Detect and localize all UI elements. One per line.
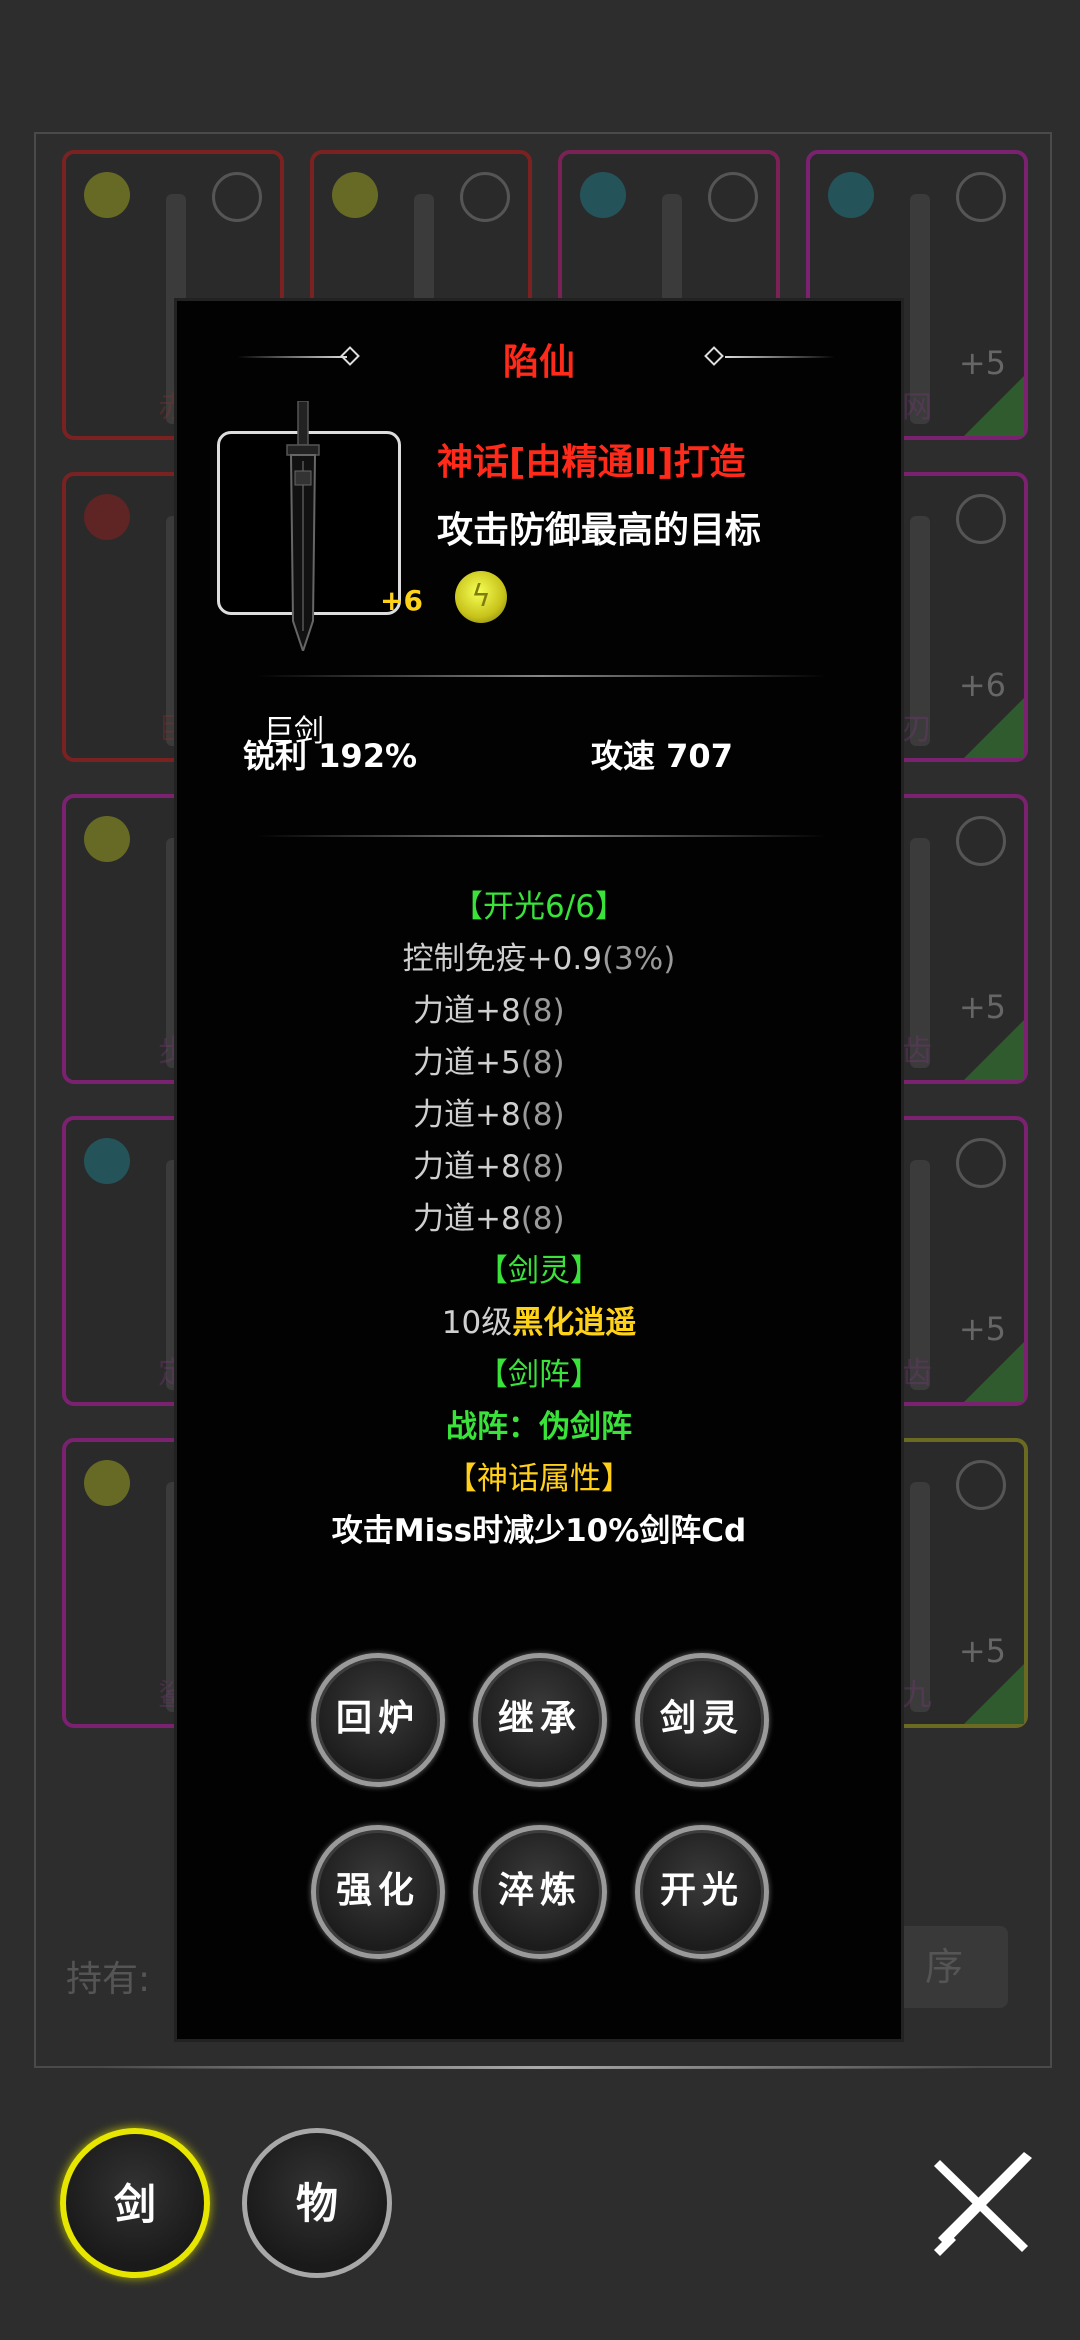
lightning-gem-icon: ϟ bbox=[455, 571, 507, 623]
element-gem-icon bbox=[332, 172, 378, 218]
temper-button[interactable]: 淬炼 bbox=[473, 1825, 607, 1959]
lock-icon bbox=[708, 172, 758, 222]
attribute-text: 力道+8 bbox=[413, 1149, 521, 1185]
attack-speed-value: 707 bbox=[666, 737, 733, 775]
spirit-level: 10级 bbox=[441, 1305, 513, 1341]
holding-label: 持有: bbox=[66, 1959, 151, 2000]
lock-icon bbox=[956, 494, 1006, 544]
attribute-max: (8) bbox=[520, 1149, 565, 1185]
lock-icon bbox=[956, 1460, 1006, 1510]
forge-info: 神话[由精通Ⅱ]打造 bbox=[437, 442, 746, 483]
attribute-list: 【开光6/6】 控制免疫+0.9(3%) 力道+8(8) 力道+5(8) 力道+8(8… bbox=[177, 881, 901, 1557]
sword-spirit-button[interactable]: 剑灵 bbox=[635, 1653, 769, 1787]
element-gem-icon bbox=[580, 172, 626, 218]
attribute-text: 力道+8 bbox=[413, 1201, 521, 1237]
kaiguang-line: 力道+8(8) bbox=[177, 1141, 901, 1193]
attribute-text: 力道+5 bbox=[413, 1045, 521, 1081]
kaiguang-line: 力道+8(8) bbox=[177, 1193, 901, 1245]
kaiguang-line: 力道+5(8) bbox=[177, 1037, 901, 1089]
element-gem-icon bbox=[84, 494, 130, 540]
element-gem-icon bbox=[84, 816, 130, 862]
formation-value: 战阵：伪剑阵 bbox=[446, 1409, 632, 1445]
myth-value: 攻击Miss时减少10%剑阵Cd bbox=[331, 1513, 747, 1549]
lock-icon bbox=[956, 1138, 1006, 1188]
divider-middle bbox=[257, 835, 827, 837]
inherit-button[interactable]: 继承 bbox=[473, 1653, 607, 1787]
title-ornament-right bbox=[725, 356, 835, 358]
lock-icon bbox=[212, 172, 262, 222]
element-gem-icon bbox=[84, 1460, 130, 1506]
kaiguang-line: 控制免疫+0.9(3%) bbox=[177, 933, 901, 985]
attack-speed-stat: 攻速 707 bbox=[591, 731, 733, 777]
lock-icon bbox=[956, 816, 1006, 866]
recast-button[interactable]: 回炉 bbox=[311, 1653, 445, 1787]
element-gem-icon bbox=[828, 172, 874, 218]
consecrate-button[interactable]: 开光 bbox=[635, 1825, 769, 1959]
sharpness-stat: 锐利 192% bbox=[243, 731, 417, 777]
sharpness-label: 锐利 bbox=[243, 737, 308, 775]
formation-header: 【剑阵】 bbox=[477, 1357, 601, 1393]
attribute-max: (8) bbox=[520, 1097, 565, 1133]
attribute-max: (8) bbox=[520, 993, 565, 1029]
attack-speed-label: 攻速 bbox=[591, 737, 656, 775]
crossed-swords-close-icon[interactable] bbox=[930, 2150, 1040, 2260]
tab-sword[interactable]: 剑 bbox=[60, 2128, 210, 2278]
bottom-divider bbox=[100, 2066, 980, 2069]
attribute-text: 力道+8 bbox=[413, 993, 521, 1029]
spirit-name: 黑化逍遥 bbox=[512, 1305, 637, 1341]
spirit-header: 【剑灵】 bbox=[477, 1253, 601, 1289]
spirit-info: 10级黑化逍遥 bbox=[177, 1297, 901, 1349]
kaiguang-lines: 控制免疫+0.9(3%) 力道+8(8) 力道+5(8) 力道+8(8) 力道+8(8)… bbox=[177, 933, 901, 1245]
attribute-text: 力道+8 bbox=[413, 1097, 521, 1133]
enhance-button[interactable]: 强化 bbox=[311, 1825, 445, 1959]
greatsword-icon bbox=[286, 401, 320, 651]
kaiguang-line: 力道+8(8) bbox=[177, 985, 901, 1037]
sharpness-value: 192% bbox=[318, 737, 418, 775]
divider-top bbox=[257, 675, 827, 677]
weapon-detail-popup: 陷仙 +6 巨剑 神话[由精通Ⅱ]打造 攻击防御最高的目标 ϟ 锐利 192% … bbox=[174, 298, 904, 2042]
element-gem-icon bbox=[84, 1138, 130, 1184]
enhance-level: +6 bbox=[380, 584, 423, 617]
element-gem-icon bbox=[84, 172, 130, 218]
target-rule: 攻击防御最高的目标 bbox=[437, 510, 762, 551]
lock-icon bbox=[460, 172, 510, 222]
weapon-title: 陷仙 bbox=[502, 342, 575, 383]
lock-icon bbox=[956, 172, 1006, 222]
attribute-max: (3%) bbox=[601, 941, 676, 977]
attribute-max: (8) bbox=[520, 1045, 565, 1081]
attribute-text: 控制免疫+0.9 bbox=[402, 941, 602, 977]
attribute-max: (8) bbox=[520, 1201, 565, 1237]
tab-items[interactable]: 物 bbox=[242, 2128, 392, 2278]
kaiguang-line: 力道+8(8) bbox=[177, 1089, 901, 1141]
myth-header: 【神话属性】 bbox=[446, 1461, 632, 1497]
kaiguang-header: 【开光6/6】 bbox=[452, 889, 626, 925]
